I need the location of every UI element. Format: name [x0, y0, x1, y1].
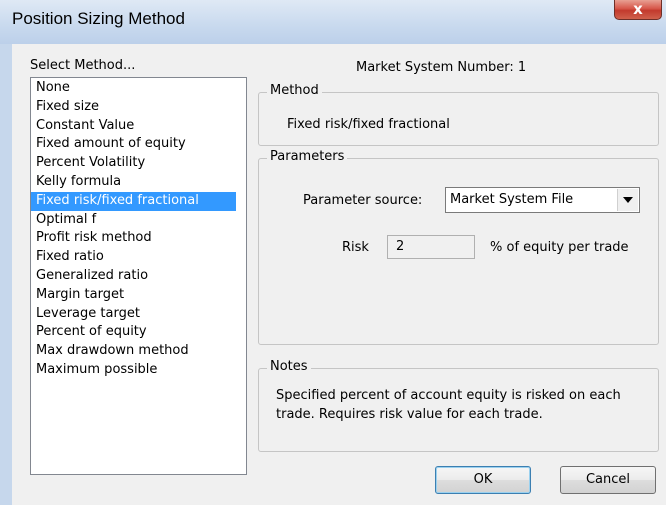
dropdown-button[interactable] — [617, 189, 638, 211]
method-list-item[interactable]: Max drawdown method — [31, 342, 246, 361]
method-list-item[interactable]: Fixed ratio — [31, 248, 246, 267]
method-list-item[interactable]: Profit risk method — [31, 229, 246, 248]
method-list-item[interactable]: None — [31, 79, 246, 98]
method-listbox[interactable]: None Fixed size Constant Value Fixed amount… — [30, 77, 247, 475]
close-button[interactable]: x — [614, 0, 662, 20]
parameter-source-value: Market System File — [450, 192, 574, 207]
window-frame — [0, 44, 12, 505]
notes-group-title: Notes — [267, 359, 311, 374]
risk-label: Risk — [342, 240, 369, 255]
title-bar[interactable]: Position Sizing Method x — [0, 0, 666, 45]
parameters-groupbox: Parameters Parameter source: Market Syst… — [258, 149, 659, 345]
risk-units-label: % of equity per trade — [490, 240, 629, 255]
selected-method-value: Fixed risk/fixed fractional — [287, 117, 450, 132]
notes-text: Specified percent of account equity is r… — [276, 388, 621, 422]
method-list-item[interactable]: Optimal f — [31, 211, 246, 230]
select-method-label: Select Method... — [30, 58, 136, 73]
method-list-item[interactable]: Maximum possible — [31, 361, 246, 380]
method-list-item[interactable]: Percent of equity — [31, 323, 246, 342]
method-group-title: Method — [267, 83, 322, 98]
notes-groupbox: Notes Specified percent of account equit… — [258, 359, 659, 452]
method-list-item[interactable]: Fixed risk/fixed fractional — [31, 191, 236, 211]
method-list-item[interactable]: Margin target — [31, 286, 246, 305]
method-list-item[interactable]: Kelly formula — [31, 173, 246, 192]
window-title: Position Sizing Method — [12, 9, 185, 28]
chevron-down-icon — [623, 197, 633, 203]
method-list-item[interactable]: Fixed amount of equity — [31, 135, 246, 154]
method-list-item[interactable]: Fixed size — [31, 98, 246, 117]
close-icon: x — [633, 0, 643, 18]
method-list-item[interactable]: Constant Value — [31, 117, 246, 136]
method-list-item[interactable]: Percent Volatility — [31, 154, 246, 173]
market-system-number: Market System Number: 1 — [356, 60, 527, 75]
parameter-source-dropdown[interactable]: Market System File — [445, 187, 640, 213]
parameter-source-label: Parameter source: — [303, 193, 423, 208]
method-list-item[interactable]: Leverage target — [31, 305, 246, 324]
cancel-button[interactable]: Cancel — [560, 466, 656, 494]
risk-value: 2 — [396, 239, 405, 254]
position-sizing-dialog: Position Sizing Method x Select Method..… — [0, 0, 666, 505]
method-groupbox: Method Fixed risk/fixed fractional — [258, 83, 659, 146]
risk-input[interactable]: 2 — [387, 235, 475, 259]
method-list-item[interactable]: Generalized ratio — [31, 267, 246, 286]
ok-button[interactable]: OK — [435, 466, 531, 494]
parameters-group-title: Parameters — [267, 149, 348, 164]
